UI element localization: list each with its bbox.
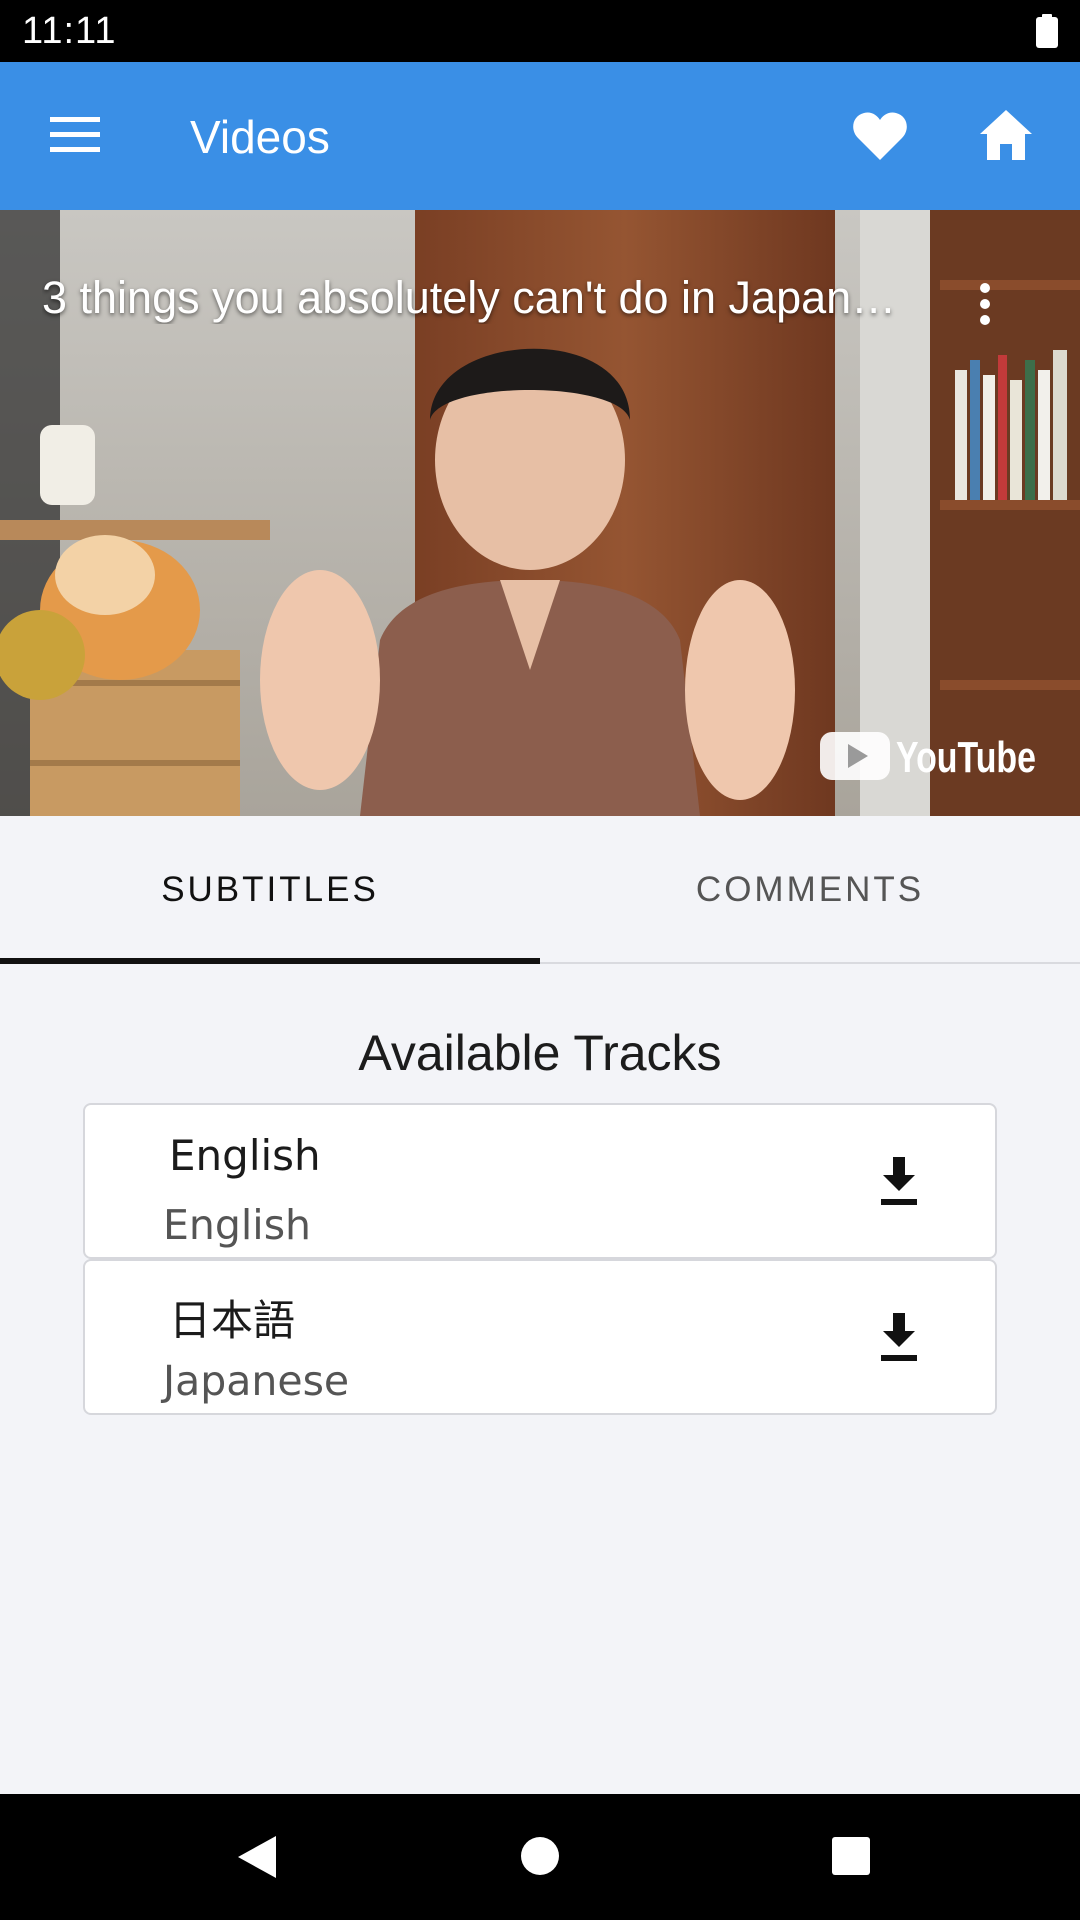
track-item-english[interactable]: English English (83, 1103, 997, 1259)
track-native-name: 日本語 (169, 1296, 296, 1345)
back-triangle-icon[interactable] (236, 1834, 278, 1880)
home-icon[interactable] (978, 108, 1034, 162)
home-circle-icon[interactable] (520, 1836, 560, 1876)
track-english-name: English (163, 1201, 312, 1249)
status-time: 11:11 (22, 10, 117, 52)
recents-square-icon[interactable] (832, 1836, 870, 1876)
app-bar: Videos (0, 62, 1080, 210)
hamburger-menu-icon[interactable] (50, 115, 100, 155)
content-area: SUBTITLES COMMENTS Available Tracks Engl… (0, 816, 1080, 1794)
tab-bar: SUBTITLES COMMENTS (0, 816, 1080, 964)
battery-full-icon (1036, 14, 1058, 48)
vertical-dots-icon[interactable] (970, 274, 1000, 334)
download-icon[interactable] (879, 1313, 919, 1363)
download-icon[interactable] (879, 1157, 919, 1207)
page-title: Videos (190, 111, 330, 163)
tab-indicator (0, 958, 540, 964)
video-player[interactable]: 3 things you absolutely can't do in Japa… (0, 210, 1080, 816)
youtube-logo-icon[interactable]: YouTube (818, 722, 1040, 788)
heart-icon[interactable] (852, 110, 908, 162)
system-nav-bar (0, 1794, 1080, 1920)
tab-subtitles[interactable]: SUBTITLES (0, 816, 540, 964)
video-title: 3 things you absolutely can't do in Japa… (42, 272, 897, 323)
tab-comments[interactable]: COMMENTS (540, 816, 1080, 964)
svg-text:YouTube: YouTube (896, 733, 1036, 782)
status-bar: 11:11 (0, 0, 1080, 62)
track-item-japanese[interactable]: 日本語 Japanese (83, 1259, 997, 1415)
track-english-name: Japanese (163, 1357, 350, 1405)
section-title: Available Tracks (358, 1025, 722, 1081)
track-native-name: English (169, 1131, 321, 1180)
